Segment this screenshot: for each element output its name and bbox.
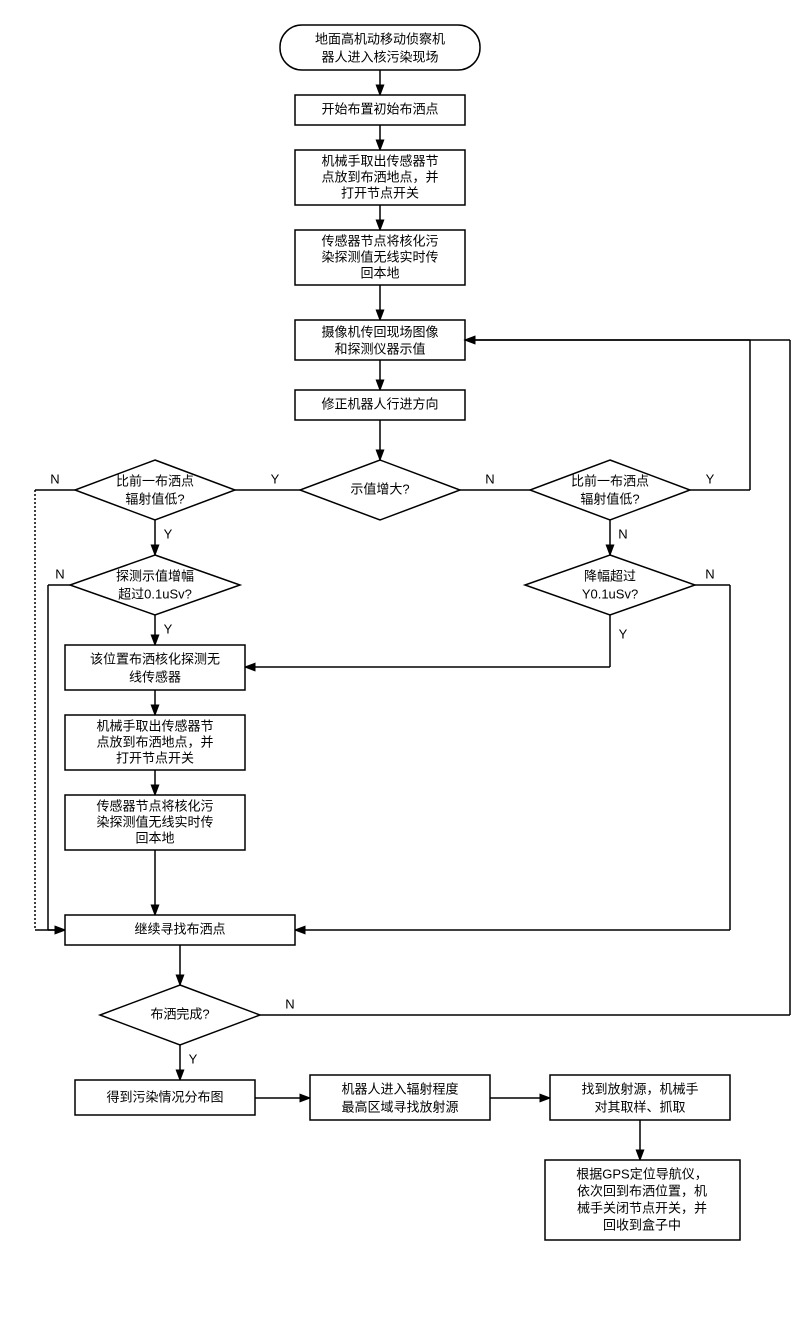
decision-lower-right [530,460,690,520]
b13-text-2: 依次回到布洒位置，机 [577,1183,707,1198]
d6-n-label: N [285,996,294,1011]
d2-text-2: 辐射值低? [125,491,184,506]
b4-text-1: 摄像机传回现场图像 [321,324,438,339]
d2-n-label: N [50,471,59,486]
b7-text-1: 机械手取出传感器节 [96,718,213,733]
d1-y-label: Y [271,471,280,486]
b2-text-3: 打开节点开关 [341,185,419,200]
b12-text-1: 找到放射源，机械手 [581,1081,698,1096]
b13-text-3: 械手关闭节点开关，并 [577,1200,707,1215]
b8-text-2: 染探测值无线实时传 [96,814,213,829]
d4-text-1: 探测示值增幅 [116,568,194,583]
b3-text-1: 传感器节点将核化污 [321,233,438,248]
b11-text-1: 机器人进入辐射程度 [341,1081,458,1096]
b8-text-3: 回本地 [135,830,174,845]
b9-text: 继续寻找布洒点 [134,921,225,936]
d2-y-label: Y [164,526,173,541]
b2-text-1: 机械手取出传感器节 [321,153,438,168]
b6-text-1: 该位置布洒核化探测无 [90,651,220,666]
d2-text-1: 比前一布洒点 [116,473,194,488]
b4-text-2: 和探测仪器示值 [334,341,425,356]
d3-n-label: N [618,526,627,541]
b10-text: 得到污染情况分布图 [106,1089,223,1104]
b6-text-2: 线传感器 [129,669,181,684]
b1-text: 开始布置初始布洒点 [321,101,438,116]
d6-y-label: Y [189,1051,198,1066]
d4-text-2: 超过0.1uSv? [118,586,192,601]
d5-text-1: 降幅超过 [584,568,636,583]
b13-text-4: 回收到盒子中 [603,1217,681,1232]
decision-lower-left [75,460,235,520]
d3-y-label: Y [706,471,715,486]
d5-n-label: N [705,566,714,581]
decision-increase-threshold [70,555,240,615]
d4-y-label: Y [164,621,173,636]
b3-text-3: 回本地 [360,265,399,280]
b5-text: 修正机器人行进方向 [321,396,438,411]
start-text-1: 地面高机动移动侦察机 [315,31,445,46]
start-text-2: 器人进入核污染现场 [321,49,438,64]
b11-text-2: 最高区域寻找放射源 [341,1099,458,1114]
d1-n-label: N [485,471,494,486]
b2-text-2: 点放到布洒地点，并 [321,169,438,184]
d3-text-2: 辐射值低? [580,491,639,506]
b12-text-2: 对其取样、抓取 [594,1099,685,1114]
d6-text: 布洒完成? [150,1006,209,1021]
d1-text: 示值增大? [350,481,409,496]
b3-text-2: 染探测值无线实时传 [321,249,438,264]
d5-y-label: Y [619,626,628,641]
b13-text-1: 根据GPS定位导航仪， [576,1166,707,1181]
decision-decrease-threshold [525,555,695,615]
b8-text-1: 传感器节点将核化污 [96,798,213,813]
d3-text-1: 比前一布洒点 [571,473,649,488]
d5-text-2: Y0.1uSv? [582,586,638,601]
b7-text-2: 点放到布洒地点，并 [96,734,213,749]
b7-text-3: 打开节点开关 [116,750,194,765]
d4-n-label: N [55,566,64,581]
